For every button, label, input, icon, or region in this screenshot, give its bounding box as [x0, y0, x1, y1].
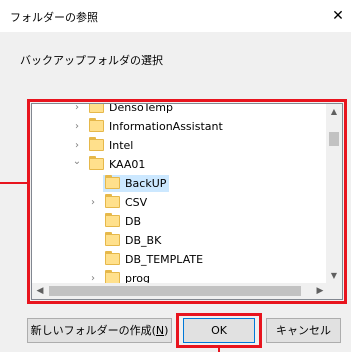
tree-item-body: Intel [87, 137, 133, 154]
tree-item-label: InformationAssistant [109, 120, 223, 133]
tree-item-densotemp[interactable]: › DensoTemp [32, 104, 328, 117]
tree-highlight-frame: › DensoTemp › InformationAssistant › Int… [27, 99, 347, 304]
chevron-right-icon[interactable]: › [70, 104, 84, 117]
tree-item-label: KAA01 [109, 158, 146, 171]
tree-item-body: prog [103, 270, 150, 284]
tree-item-spacer [86, 250, 100, 269]
tree-item-label: BackUP [125, 177, 167, 190]
tree-item-prog[interactable]: › prog [32, 269, 328, 284]
chevron-right-icon[interactable]: › [70, 117, 84, 136]
folder-icon [89, 137, 104, 151]
tree-item-spacer [86, 174, 100, 193]
folder-icon [105, 213, 120, 227]
tree-item-body: DB_TEMPLATE [103, 251, 203, 268]
tree-item-label: Intel [109, 139, 134, 152]
tree-item-body: DB_BK [103, 232, 161, 249]
folder-icon [89, 104, 104, 113]
tree-item-db-template[interactable]: DB_TEMPLATE [32, 250, 328, 269]
tree-item-body: DB [103, 213, 141, 230]
new-folder-button[interactable]: 新しいフォルダーの作成(N) [27, 318, 172, 343]
tree-item-body: DensoTemp [87, 104, 173, 116]
cancel-button[interactable]: キャンセル [266, 318, 341, 343]
tree-item-spacer [86, 212, 100, 231]
folder-icon [105, 175, 120, 189]
vertical-scroll-thumb[interactable] [329, 132, 339, 146]
tree-item-backup[interactable]: BackUP [32, 174, 328, 193]
vertical-scrollbar[interactable]: ▲ ▼ [326, 104, 342, 284]
chevron-right-icon[interactable]: › [86, 269, 100, 284]
tree-item-db-bk[interactable]: DB_BK [32, 231, 328, 250]
new-folder-label: 新しいフォルダーの作成( [30, 324, 156, 337]
tree-item-db[interactable]: DB [32, 212, 328, 231]
tree-item-label: CSV [125, 196, 148, 209]
scroll-up-icon[interactable]: ▲ [326, 104, 342, 120]
folder-icon [89, 118, 104, 132]
folder-icon [105, 251, 120, 265]
tree-item-body: KAA01 [87, 156, 145, 173]
folder-icon [105, 232, 120, 246]
tree-callout-line [0, 182, 27, 184]
scroll-left-icon[interactable]: ◀ [32, 283, 48, 299]
scrollbar-corner [326, 283, 342, 299]
ok-button[interactable]: OK [183, 318, 255, 343]
title-bar: フォルダーの参照 ✕ [0, 0, 351, 32]
tree-item-body: InformationAssistant [87, 118, 223, 135]
horizontal-scroll-thumb[interactable] [49, 286, 301, 296]
ok-callout-line [218, 348, 220, 352]
tree-item-label: DB_BK [125, 234, 162, 247]
tree-item-label: DensoTemp [109, 104, 173, 114]
folder-icon [105, 194, 120, 208]
horizontal-scrollbar[interactable]: ◀ ▶ [32, 283, 328, 299]
close-icon[interactable]: ✕ [325, 0, 351, 32]
window-title: フォルダーの参照 [10, 11, 98, 24]
tree-item-spacer [86, 231, 100, 250]
folder-icon [89, 156, 104, 170]
tree-item-body-selected: BackUP [103, 175, 169, 192]
tree-item-body: CSV [103, 194, 147, 211]
folder-tree-list: › DensoTemp › InformationAssistant › Int… [32, 104, 328, 284]
chevron-right-icon[interactable]: › [86, 193, 100, 212]
chevron-down-icon[interactable]: ⌄ [70, 152, 84, 171]
tree-item-csv[interactable]: › CSV [32, 193, 328, 212]
tree-item-label: DB_TEMPLATE [125, 253, 204, 266]
new-folder-suffix: ) [164, 324, 169, 337]
folder-tree[interactable]: › DensoTemp › InformationAssistant › Int… [31, 103, 343, 300]
new-folder-mnemonic: N [155, 324, 165, 337]
tree-item-label: DB [125, 215, 142, 228]
scroll-down-icon[interactable]: ▼ [326, 268, 342, 284]
dialog-prompt: バックアップフォルダの選択 [20, 54, 163, 67]
tree-item-informationassistant[interactable]: › InformationAssistant [32, 117, 328, 136]
tree-item-kaa01[interactable]: ⌄ KAA01 [32, 155, 328, 174]
